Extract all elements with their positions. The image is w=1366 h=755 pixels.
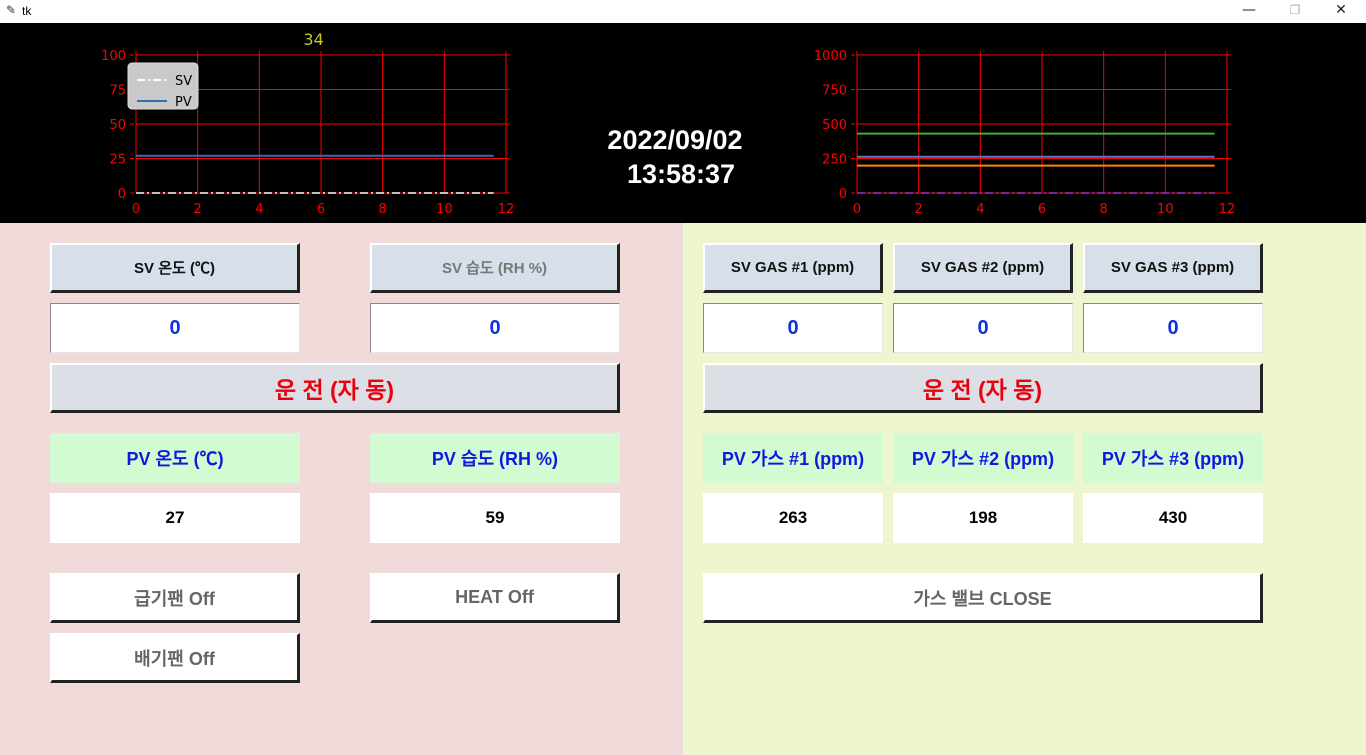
y-tick-label: 75 xyxy=(109,84,126,99)
y-tick-label: 250 xyxy=(822,153,847,168)
clock-time: 13:58:37 xyxy=(626,159,736,189)
sv-humidity-button[interactable]: SV 습도 (RH %) xyxy=(370,243,620,293)
x-tick-label: 10 xyxy=(1157,202,1174,217)
gas-run-auto-button[interactable]: 운 전 (자 동) xyxy=(703,363,1263,413)
pv-humidity-value: 59 xyxy=(370,493,620,543)
x-tick-label: 12 xyxy=(1219,202,1236,217)
x-tick-label: 8 xyxy=(379,202,387,217)
y-tick-label: 750 xyxy=(822,84,847,99)
legend-label: SV xyxy=(175,74,192,89)
title-bar: ✎ tk — ❐ ✕ xyxy=(0,0,1366,23)
x-tick-label: 12 xyxy=(498,202,515,217)
sv-temp-button[interactable]: SV 온도 (℃) xyxy=(50,243,300,293)
maximize-button[interactable]: ❐ xyxy=(1272,0,1318,23)
y-tick-label: 100 xyxy=(101,49,126,64)
minimize-button[interactable]: — xyxy=(1226,0,1272,23)
temp-humidity-panel: SV 온도 (℃) SV 습도 (RH %) 0 0 운 전 (자 동) PV … xyxy=(0,223,683,755)
heat-button[interactable]: HEAT Off xyxy=(370,573,620,623)
y-tick-label: 1000 xyxy=(814,49,847,64)
y-tick-label: 0 xyxy=(118,187,126,202)
feather-icon: ✎ xyxy=(6,3,17,17)
clock-date: 2022/09/02 xyxy=(607,125,743,155)
legend-label: PV xyxy=(175,95,192,110)
pv-temp-label: PV 온도 (℃) xyxy=(50,433,300,483)
x-tick-label: 4 xyxy=(255,202,263,217)
gas-panel: SV GAS #1 (ppm) SV GAS #2 (ppm) SV GAS #… xyxy=(683,223,1366,755)
pv-gas3-value: 430 xyxy=(1083,493,1263,543)
x-tick-label: 6 xyxy=(1038,202,1046,217)
y-tick-label: 50 xyxy=(109,118,126,133)
y-tick-label: 500 xyxy=(822,118,847,133)
x-tick-label: 2 xyxy=(915,202,923,217)
pv-gas2-value: 198 xyxy=(893,493,1073,543)
sv-gas2-button[interactable]: SV GAS #2 (ppm) xyxy=(893,243,1073,293)
y-tick-label: 25 xyxy=(109,153,126,168)
sv-gas3-button[interactable]: SV GAS #3 (ppm) xyxy=(1083,243,1263,293)
gas-valve-button[interactable]: 가스 밸브 CLOSE xyxy=(703,573,1263,623)
y-tick-label: 0 xyxy=(839,187,847,202)
exhaust-fan-button[interactable]: 배기팬 Off xyxy=(50,633,300,683)
run-auto-button[interactable]: 운 전 (자 동) xyxy=(50,363,620,413)
pv-humidity-label: PV 습도 (RH %) xyxy=(370,433,620,483)
intake-fan-button[interactable]: 급기팬 Off xyxy=(50,573,300,623)
sv-temp-field[interactable]: 0 xyxy=(50,303,300,353)
sv-humidity-field[interactable]: 0 xyxy=(370,303,620,353)
x-tick-label: 2 xyxy=(194,202,202,217)
clock: 2022/09/02 13:58:37 xyxy=(570,123,780,191)
sv-gas2-field[interactable]: 0 xyxy=(893,303,1073,353)
sv-gas3-field[interactable]: 0 xyxy=(1083,303,1263,353)
sv-gas1-field[interactable]: 0 xyxy=(703,303,883,353)
x-tick-label: 6 xyxy=(317,202,325,217)
x-tick-label: 4 xyxy=(976,202,984,217)
close-button[interactable]: ✕ xyxy=(1318,0,1364,23)
x-tick-label: 0 xyxy=(853,202,861,217)
pv-gas1-value: 263 xyxy=(703,493,883,543)
gas-chart: 0 2 4 6 8 10 12 0 250 500 750 1000 xyxy=(814,49,1236,217)
temp-humidity-chart: 0 2 4 6 8 10 12 0 25 50 75 100 34 SV PV xyxy=(101,30,515,217)
sv-gas1-button[interactable]: SV GAS #1 (ppm) xyxy=(703,243,883,293)
pv-gas3-label: PV 가스 #3 (ppm) xyxy=(1083,433,1263,483)
x-tick-label: 10 xyxy=(436,202,453,217)
pv-gas1-label: PV 가스 #1 (ppm) xyxy=(703,433,883,483)
window-title: tk xyxy=(22,4,32,18)
chart-title: 34 xyxy=(303,30,323,49)
pv-gas2-label: PV 가스 #2 (ppm) xyxy=(893,433,1073,483)
monitor-area: 0 2 4 6 8 10 12 0 25 50 75 100 34 SV PV 2022/09/02 13:… xyxy=(0,23,1366,223)
x-tick-label: 8 xyxy=(1100,202,1108,217)
x-tick-label: 0 xyxy=(132,202,140,217)
pv-temp-value: 27 xyxy=(50,493,300,543)
